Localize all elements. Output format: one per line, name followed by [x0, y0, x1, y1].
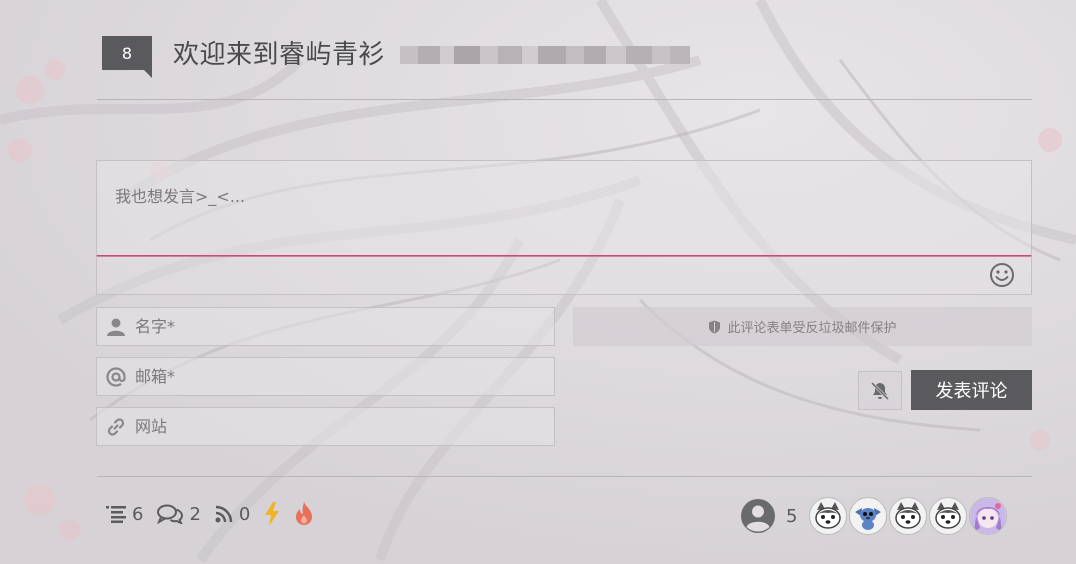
rss-icon: [215, 505, 233, 523]
name-field[interactable]: [135, 317, 554, 336]
husky-avatar[interactable]: [929, 497, 968, 535]
emoji-toolbar: [96, 256, 1032, 295]
comment-count-badge: 8: [102, 36, 152, 78]
visitor-avatars: [809, 497, 1008, 535]
fire-icon: [296, 502, 313, 525]
anime-girl-avatar[interactable]: [969, 497, 1008, 535]
comment-textarea-wrapper: [96, 160, 1032, 257]
user-icon: [97, 317, 135, 337]
email-field-wrapper: [96, 357, 555, 396]
visitor-count: 5: [786, 505, 798, 527]
emoji-icon[interactable]: [989, 262, 1015, 288]
comments-icon: [157, 504, 184, 524]
website-field[interactable]: [135, 417, 554, 436]
shield-icon: [709, 320, 721, 333]
stat-rss[interactable]: 0: [215, 504, 250, 525]
stat-hot[interactable]: [294, 502, 314, 526]
comment-textarea[interactable]: [97, 161, 1031, 255]
notification-mute-button[interactable]: [858, 371, 902, 410]
stat-comments[interactable]: 2: [157, 503, 201, 525]
at-icon: [97, 366, 135, 387]
bell-slash-icon: [870, 381, 890, 400]
stat-lightning[interactable]: [264, 502, 280, 526]
husky-avatar[interactable]: [889, 497, 928, 535]
name-field-wrapper: [96, 307, 555, 346]
site-stats: 6 2 0: [106, 502, 328, 526]
husky-avatar[interactable]: [809, 497, 848, 535]
stat-posts[interactable]: 6: [106, 504, 143, 525]
recent-visitors: 5: [740, 497, 1008, 535]
spam-notice-text: 此评论表单受反垃圾邮件保护: [727, 321, 897, 336]
submit-comment-button[interactable]: 发表评论: [911, 370, 1032, 410]
website-field-wrapper: [96, 407, 555, 446]
posts-count: 6: [132, 503, 144, 525]
footer-divider: [97, 476, 1032, 477]
header-divider: [97, 99, 1032, 100]
comments-count: 2: [189, 503, 201, 525]
link-icon: [97, 417, 135, 437]
page-title: 欢迎来到睿屿青衫: [173, 40, 386, 70]
list-icon: [106, 506, 126, 523]
stitch-avatar[interactable]: [849, 497, 888, 535]
spam-protection-notice: 此评论表单受反垃圾邮件保护: [573, 307, 1032, 346]
lightning-icon: [265, 502, 280, 526]
blurred-title-suffix: [400, 40, 690, 70]
rss-count: 0: [238, 503, 251, 525]
email-field[interactable]: [135, 367, 554, 386]
comment-count: 8: [121, 43, 133, 63]
user-circle-icon: [741, 499, 775, 533]
